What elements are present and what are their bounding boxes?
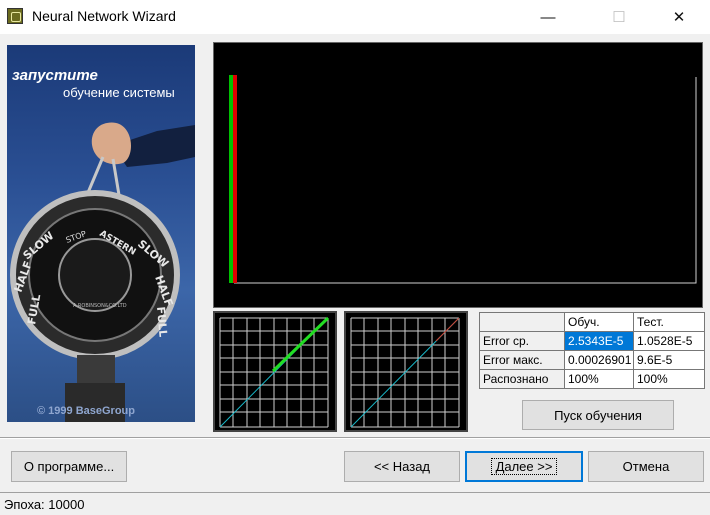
row-label: Error макс.	[479, 350, 565, 370]
window-title: Neural Network Wizard	[32, 8, 176, 24]
status-bar: Эпоха: 10000	[0, 492, 710, 515]
plot-frame-line	[234, 77, 697, 284]
promo-headline: запустите	[12, 67, 98, 84]
cell-train-value[interactable]: 0.00026901	[564, 350, 634, 370]
divider	[0, 437, 710, 439]
promo-subtitle: обучение системы	[63, 85, 175, 100]
cell-train-value[interactable]: 100%	[564, 369, 634, 389]
red-error-bar	[233, 75, 237, 283]
minimize-icon[interactable]: —	[525, 0, 571, 34]
test-regression-plot	[344, 311, 468, 432]
copyright-text: © 1999 BaseGroup	[37, 405, 135, 417]
green-error-bar	[229, 75, 233, 283]
results-table: Обуч. Тест. Error ср. 2.5343E-5 1.0528E-…	[479, 312, 705, 389]
cell-test-value[interactable]: 1.0528E-5	[633, 331, 705, 351]
table-row: Распознано 100% 100%	[479, 369, 705, 389]
fit-line	[435, 317, 460, 342]
next-button-label: Далее >>	[490, 458, 558, 475]
column-header-train: Обуч.	[564, 312, 634, 332]
cancel-button[interactable]: Отмена	[588, 451, 704, 482]
row-label: Распознано	[479, 369, 565, 389]
column-header-test: Тест.	[633, 312, 705, 332]
close-icon[interactable]: ✕	[656, 0, 702, 34]
svg-text:FULL: FULL	[154, 306, 170, 337]
train-regression-plot	[213, 311, 337, 432]
title-bar[interactable]: Neural Network Wizard — ☐ ✕	[0, 0, 710, 34]
next-button[interactable]: Далее >>	[465, 451, 583, 482]
row-label: Error ср.	[479, 331, 565, 351]
table-header-row: Обуч. Тест.	[479, 312, 705, 332]
training-error-plot	[213, 42, 703, 308]
back-button[interactable]: << Назад	[344, 451, 460, 482]
about-button[interactable]: О программе...	[11, 451, 127, 482]
wizard-illustration: SLOW HALF FULL SLOW HALF FULL ASTERN STO…	[7, 45, 195, 422]
table-corner-cell	[479, 312, 565, 332]
engine-telegraph-illustration: SLOW HALF FULL SLOW HALF FULL ASTERN STO…	[10, 122, 195, 422]
epoch-status: Эпоха: 10000	[4, 497, 85, 512]
maximize-icon[interactable]: ☐	[596, 0, 642, 34]
start-training-button[interactable]: Пуск обучения	[522, 400, 674, 430]
cell-test-value[interactable]: 9.6E-5	[633, 350, 705, 370]
cell-test-value[interactable]: 100%	[633, 369, 705, 389]
app-icon	[7, 8, 23, 24]
table-row: Error ср. 2.5343E-5 1.0528E-5	[479, 331, 705, 351]
svg-text:A.ROBINSON&CO.LTD: A.ROBINSON&CO.LTD	[73, 303, 127, 309]
cell-train-value[interactable]: 2.5343E-5	[564, 331, 634, 351]
table-row: Error макс. 0.00026901 9.6E-5	[479, 350, 705, 370]
